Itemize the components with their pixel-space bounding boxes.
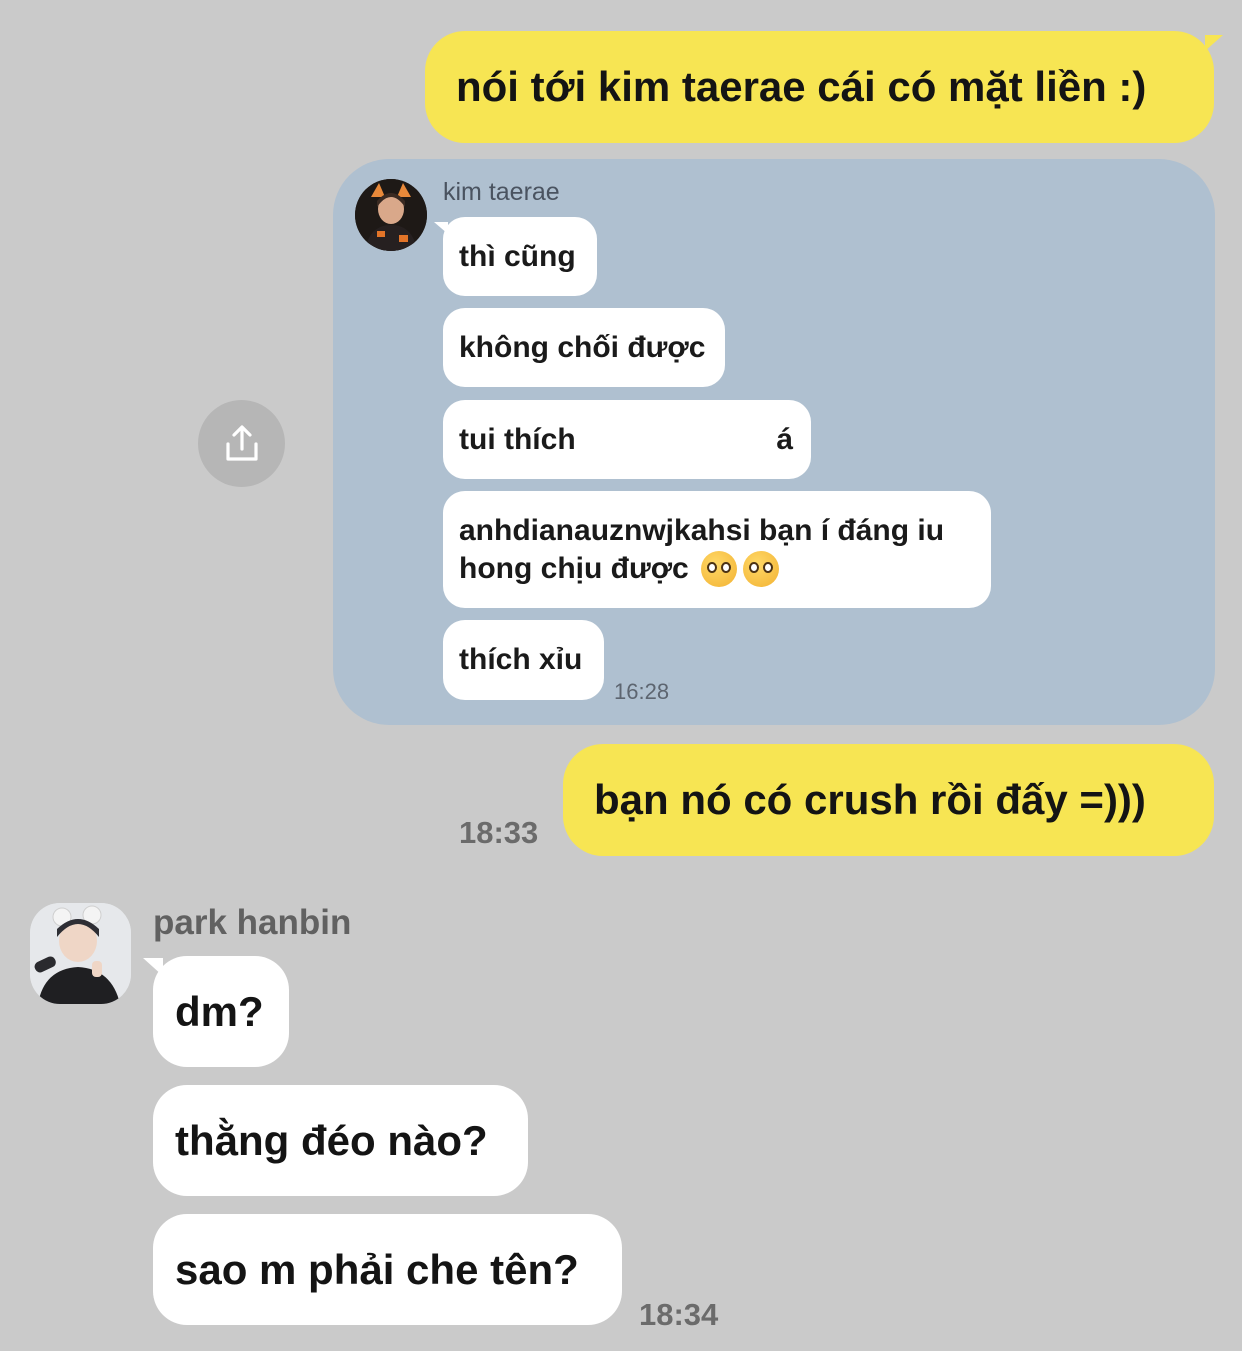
pleading-face-icon [742, 550, 779, 587]
message-timestamp: 18:34 [639, 1297, 719, 1332]
message-text: sao m phải che tên? [175, 1245, 579, 1293]
forwarded-bubble[interactable]: không chối được [443, 308, 725, 387]
bubble-tail [1205, 35, 1223, 51]
forwarded-bubble[interactable]: thích xỉu [443, 620, 604, 700]
share-button[interactable] [198, 400, 285, 487]
avatar[interactable] [30, 903, 131, 1004]
message-timestamp: 18:33 [459, 815, 539, 850]
message-text: thích xỉu [459, 643, 583, 676]
message-text: nói tới kim taerae cái có mặt liền :) [456, 63, 1147, 110]
forward-sender-name: kim taerae [443, 178, 560, 206]
message-text: anhdianauznwjkahsi bạn í đáng iu [459, 513, 945, 547]
message-text: không chối được [459, 330, 706, 364]
pleading-face-icon [700, 550, 737, 587]
outgoing-message[interactable]: nói tới kim taerae cái có mặt liền :) [425, 31, 1214, 143]
message-text: bạn nó có crush rồi đấy =))) [594, 776, 1146, 823]
message-text: hong chịu được [459, 551, 689, 585]
message-text: dm? [175, 987, 264, 1035]
incoming-message[interactable]: sao m phải che tên? [153, 1214, 622, 1325]
avatar[interactable] [355, 179, 427, 251]
message-text: thì cũng [459, 239, 576, 273]
message-text-trailing: á [776, 422, 793, 456]
message-line: hong chịu được [459, 550, 779, 588]
forwarded-bubble[interactable]: tui thích á [443, 400, 811, 479]
share-icon [225, 424, 258, 461]
message-text: tui thích [459, 422, 576, 456]
incoming-message[interactable]: thằng đéo nào? [153, 1085, 528, 1196]
forwarded-bubble[interactable]: anhdianauznwjkahsi bạn í đáng iu hong ch… [443, 491, 991, 608]
incoming-message[interactable]: dm? [153, 956, 289, 1067]
forwarded-bubble[interactable]: thì cũng [443, 217, 597, 296]
forward-timestamp: 16:28 [614, 679, 670, 704]
incoming-sender-name: park hanbin [153, 903, 352, 942]
outgoing-message[interactable]: bạn nó có crush rồi đấy =))) [563, 744, 1214, 856]
message-text: thằng đéo nào? [175, 1116, 488, 1164]
